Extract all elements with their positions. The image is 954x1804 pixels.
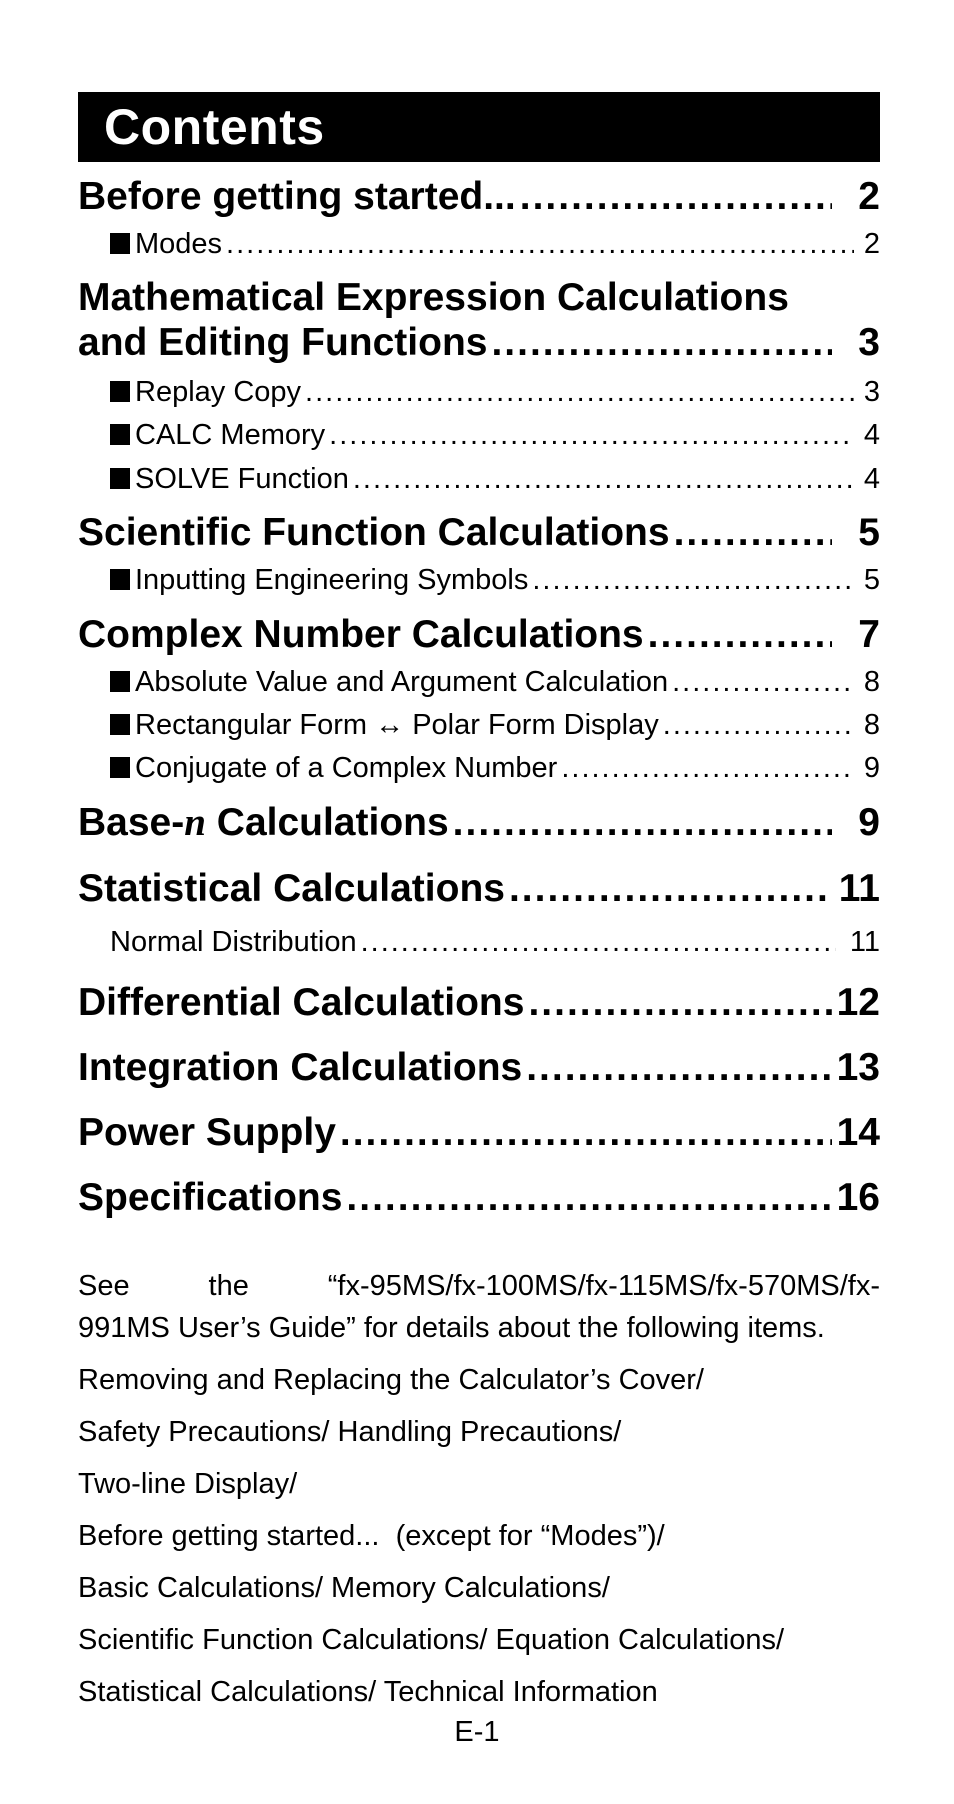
toc-page: 5: [858, 511, 880, 554]
toc-label: Differential Calculations: [78, 981, 525, 1024]
square-bullet-icon: [110, 757, 130, 778]
note-line-2: 991MS User’s Guide” for details about th…: [78, 1312, 825, 1344]
leader-dots: [491, 320, 832, 366]
contents-banner: Contents: [78, 92, 880, 162]
toc-subentry-modes[interactable]: Modes 2: [110, 226, 880, 262]
square-bullet-icon: [110, 233, 130, 254]
toc-label: SOLVE Function: [135, 463, 349, 495]
leader-dots: [226, 226, 854, 262]
toc-page: 8: [863, 666, 880, 698]
square-bullet-icon: [110, 714, 130, 735]
toc-page: 11: [838, 867, 880, 910]
square-bullet-icon: [110, 671, 130, 692]
toc-entry-base-n[interactable]: Base-n Calculations 9: [78, 800, 880, 846]
toc-label: Statistical Calculations: [78, 867, 505, 910]
toc-page: 9: [858, 801, 880, 844]
toc-page: 5: [863, 564, 880, 596]
square-bullet-icon: [110, 381, 130, 402]
square-bullet-icon: [110, 468, 130, 489]
toc-page: 9: [863, 752, 880, 784]
leader-dots: [663, 707, 854, 743]
toc-label: Integration Calculations: [78, 1046, 523, 1089]
toc-page: 12: [836, 981, 880, 1024]
leader-dots: [346, 1175, 832, 1221]
leader-dots: [648, 612, 832, 658]
toc-label: Conjugate of a Complex Number: [135, 752, 558, 784]
toc-entry-math-line1[interactable]: Mathematical Expression Calculations: [78, 275, 789, 321]
toc-subentry-engineering-symbols[interactable]: Inputting Engineering Symbols 5: [110, 562, 880, 598]
toc-page: 16: [836, 1176, 880, 1219]
toc-entry-specifications[interactable]: Specifications 16: [78, 1175, 880, 1221]
leader-dots: [672, 664, 854, 700]
toc-entry-integration[interactable]: Integration Calculations 13: [78, 1045, 880, 1091]
leader-dots: [340, 1110, 832, 1156]
leader-dots: [520, 174, 832, 220]
toc-page: 4: [863, 419, 880, 451]
note-item: Two-line Display/: [78, 1468, 298, 1500]
toc-page: 14: [836, 1111, 880, 1154]
leader-dots: [329, 417, 854, 453]
toc-entry-scientific[interactable]: Scientific Function Calculations 5: [78, 510, 880, 556]
toc-label: CALC Memory: [135, 419, 326, 451]
note-item: Safety Precautions/ Handling Precautions…: [78, 1416, 622, 1448]
square-bullet-icon: [110, 569, 130, 590]
toc-page: 4: [863, 463, 880, 495]
toc-label: and Editing Functions: [78, 321, 488, 364]
note-item: Basic Calculations/ Memory Calculations/: [78, 1572, 610, 1604]
toc-subentry-absolute-value[interactable]: Absolute Value and Argument Calculation 8: [110, 664, 880, 700]
page-title: Contents: [104, 99, 325, 155]
toc-entry-power-supply[interactable]: Power Supply 14: [78, 1110, 880, 1156]
toc-page: 7: [858, 613, 880, 656]
toc-label: Before getting started...: [78, 175, 516, 218]
leader-dots: [561, 750, 854, 786]
toc-page: 3: [858, 321, 880, 364]
page-number: E-1: [454, 1716, 500, 1748]
toc-label: Base-n Calculations: [78, 801, 449, 844]
toc-entry-differential[interactable]: Differential Calculations 12: [78, 980, 880, 1026]
leader-dots: [305, 374, 854, 410]
toc-page: 13: [836, 1046, 880, 1089]
leader-dots: [353, 461, 854, 497]
toc-label: Specifications: [78, 1176, 343, 1219]
toc-entry-math-editing[interactable]: and Editing Functions 3: [78, 320, 880, 366]
toc-page: 2: [863, 228, 880, 260]
toc-label: Power Supply: [78, 1111, 336, 1154]
leader-dots: [361, 924, 836, 960]
leader-dots: [674, 510, 832, 556]
toc-label: Modes: [135, 228, 223, 260]
leader-dots: [532, 562, 854, 598]
square-bullet-icon: [110, 424, 130, 445]
leader-dots: [509, 866, 832, 912]
note-item: Statistical Calculations/ Technical Info…: [78, 1676, 658, 1708]
toc-label: Normal Distribution: [110, 926, 357, 958]
note-item: Before getting started... (except for “M…: [78, 1520, 665, 1552]
toc-label: Absolute Value and Argument Calculation: [135, 666, 669, 698]
leader-dots: [526, 1045, 832, 1091]
toc-subentry-solve-function[interactable]: SOLVE Function 4: [110, 461, 880, 497]
toc-subentry-conjugate[interactable]: Conjugate of a Complex Number 9: [110, 750, 880, 786]
leader-dots: [453, 800, 832, 846]
toc-subentry-rect-polar[interactable]: Rectangular Form ↔ Polar Form Display 8: [110, 707, 880, 743]
toc-subentry-replay-copy[interactable]: Replay Copy 3: [110, 374, 880, 410]
toc-entry-before-getting-started[interactable]: Before getting started... 2: [78, 174, 880, 220]
toc-subentry-calc-memory[interactable]: CALC Memory 4: [110, 417, 880, 453]
toc-entry-statistical[interactable]: Statistical Calculations 11: [78, 866, 880, 912]
leader-dots: [528, 980, 832, 1026]
note-line-1: See the “fx-95MS/fx-100MS/fx-115MS/fx-57…: [78, 1270, 880, 1302]
toc-entry-complex[interactable]: Complex Number Calculations 7: [78, 612, 880, 658]
note-item: Scientific Function Calculations/ Equati…: [78, 1624, 785, 1656]
toc-label: Complex Number Calculations: [78, 613, 644, 656]
toc-label: Replay Copy: [135, 376, 302, 408]
note-item: Removing and Replacing the Calculator’s …: [78, 1364, 704, 1396]
toc-page: 11: [849, 926, 880, 958]
toc-subentry-normal-distribution[interactable]: Normal Distribution 11: [110, 924, 880, 960]
toc-label: Rectangular Form ↔ Polar Form Display: [135, 709, 659, 741]
toc-label: Inputting Engineering Symbols: [135, 564, 529, 596]
toc-page: 3: [863, 376, 880, 408]
toc-page: 2: [858, 175, 880, 218]
toc-page: 8: [863, 709, 880, 741]
toc-label: Scientific Function Calculations: [78, 511, 670, 554]
